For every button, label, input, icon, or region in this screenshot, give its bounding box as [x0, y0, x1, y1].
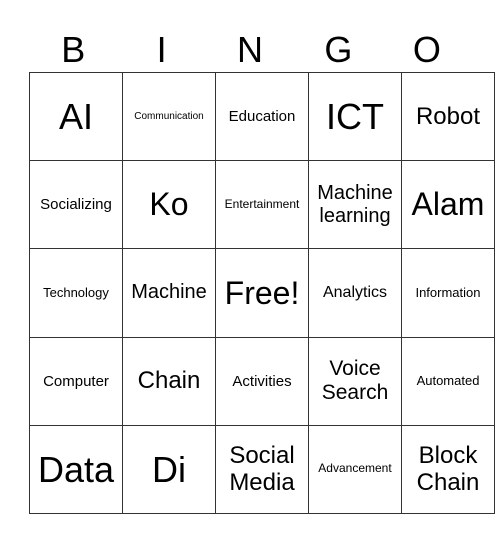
bingo-cell: Computer — [29, 336, 123, 426]
bingo-cell: Chain — [122, 336, 216, 426]
bingo-cell: Technology — [29, 248, 123, 338]
bingo-row: Socializing Ko Entertainment Machine lea… — [29, 160, 495, 250]
bingo-cell: Data — [29, 424, 123, 515]
header-letter-g: G — [324, 29, 353, 70]
bingo-cell: Activities — [215, 336, 309, 426]
bingo-row: Computer Chain Activities Voice Search A… — [29, 336, 495, 426]
bingo-cell: Di — [122, 424, 216, 515]
bingo-cell: Machine learning — [308, 160, 402, 250]
bingo-cell: Social Media — [215, 424, 309, 515]
bingo-cell: Voice Search — [308, 336, 402, 426]
free-space-cell: Free! — [215, 248, 309, 338]
bingo-cell: Advancement — [308, 424, 402, 515]
bingo-cell: Socializing — [29, 160, 123, 250]
bingo-cell: ICT — [308, 71, 402, 162]
bingo-row: Technology Machine Free! Analytics Infor… — [29, 248, 495, 338]
bingo-cell: Block Chain — [401, 424, 495, 515]
bingo-header: B I N G O — [29, 28, 471, 72]
bingo-cell: Ko — [122, 160, 216, 250]
header-letter-n: N — [237, 29, 264, 70]
bingo-cell: Alam — [401, 160, 495, 250]
header-letter-o: O — [412, 29, 441, 70]
bingo-cell: Communication — [122, 71, 216, 162]
bingo-cell: Information — [401, 248, 495, 338]
bingo-row: Data Di Social Media Advancement Block C… — [29, 424, 495, 515]
bingo-cell: Education — [215, 71, 309, 162]
header-letter-b: B — [61, 29, 86, 70]
bingo-card-grid: AI Communication Education ICT Robot Soc… — [29, 71, 495, 515]
header-letter-i: I — [156, 29, 167, 70]
bingo-cell: AI — [29, 71, 123, 162]
bingo-cell: Entertainment — [215, 160, 309, 250]
bingo-cell: Robot — [401, 71, 495, 162]
bingo-cell: Machine — [122, 248, 216, 338]
bingo-cell: Automated — [401, 336, 495, 426]
bingo-cell: Analytics — [308, 248, 402, 338]
bingo-row: AI Communication Education ICT Robot — [29, 71, 495, 162]
